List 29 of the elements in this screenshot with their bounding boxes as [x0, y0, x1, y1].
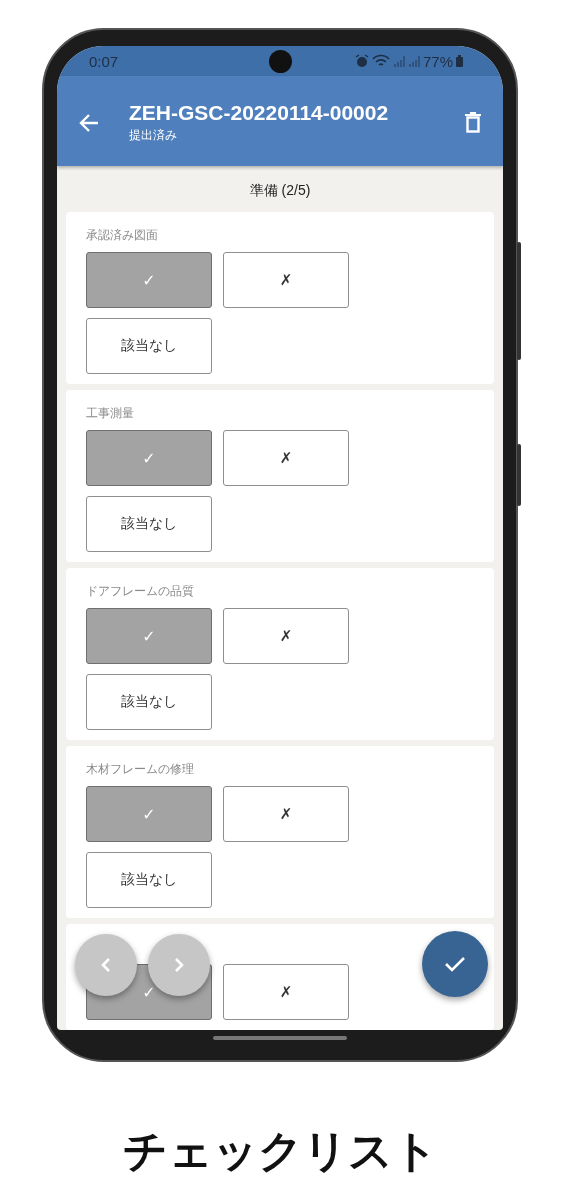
signal-icon [407, 55, 420, 68]
cross-option[interactable]: ✗ [223, 608, 349, 664]
battery-icon [456, 55, 463, 68]
cross-option[interactable]: ✗ [223, 252, 349, 308]
status-subtitle: 提出済み [129, 127, 178, 145]
not-applicable-option[interactable]: 該当なし [86, 674, 212, 730]
item-label: 木材フレームの修理 [86, 762, 194, 776]
not-applicable-option[interactable]: 該当なし [86, 318, 212, 374]
document-title: ZEH-GSC-20220114-00002 [129, 101, 390, 126]
not-applicable-option[interactable]: 該当なし [86, 852, 212, 908]
item-label: ドアフレームの品質 [86, 584, 194, 598]
caption: チェックリスト [123, 1126, 438, 1175]
back-icon[interactable] [79, 114, 99, 133]
item-label: 工事測量 [86, 406, 134, 420]
item-label: 承認済み図面 [86, 228, 158, 242]
cross-option[interactable]: ✗ [223, 430, 349, 486]
cross-option[interactable]: ✗ [223, 786, 349, 842]
section-title: 準備 (2/5) [249, 182, 311, 198]
not-applicable-option[interactable]: 該当なし [86, 496, 212, 552]
wifi-icon [371, 54, 390, 69]
signal-icon [392, 55, 405, 68]
battery-level: 77% [422, 52, 453, 70]
alarm-icon [354, 54, 369, 69]
chevron-left-icon [101, 958, 111, 972]
delete-icon[interactable] [465, 112, 481, 134]
clock: 0:07 [89, 52, 119, 70]
check-icon [444, 956, 466, 972]
cross-option[interactable]: ✗ [223, 964, 349, 1020]
chevron-right-icon [174, 958, 184, 972]
